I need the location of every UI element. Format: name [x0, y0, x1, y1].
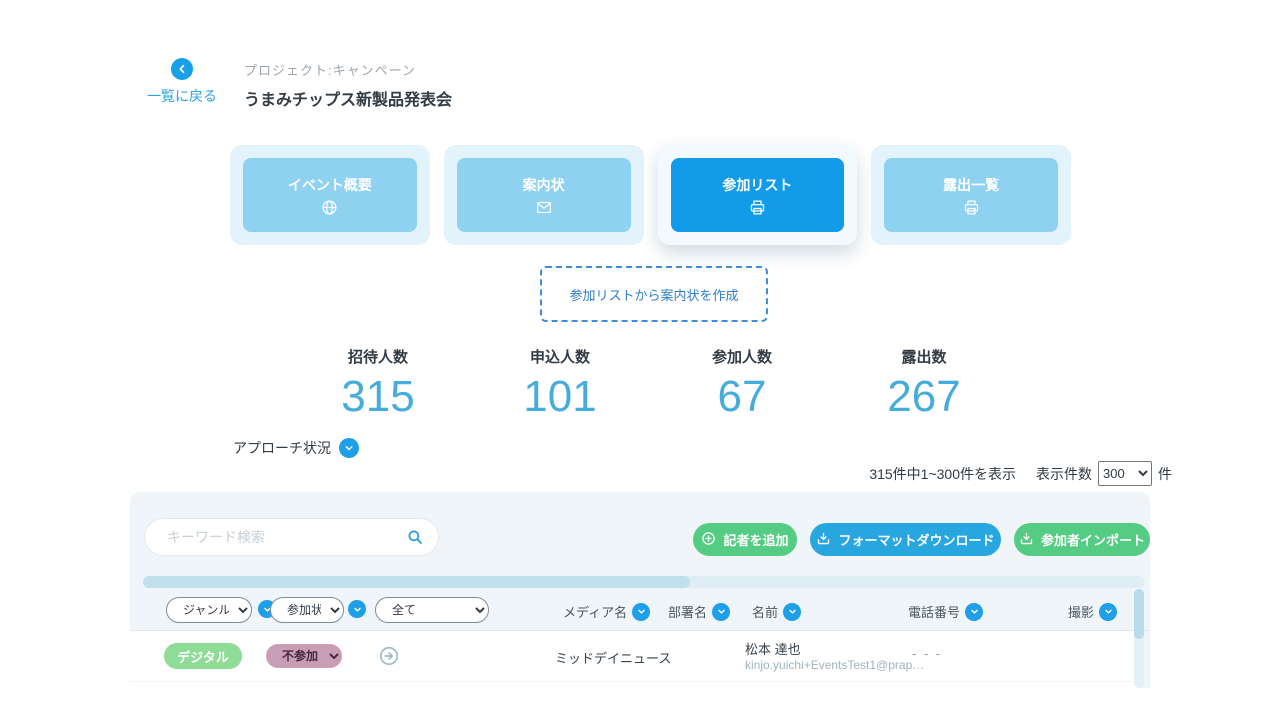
printer-icon: [749, 199, 766, 216]
back-to-list-label: 一覧に戻る: [138, 86, 226, 106]
create-invitation-from-list-button[interactable]: 参加リストから案内状を作成: [540, 266, 768, 322]
stat-value: 101: [470, 375, 650, 419]
keyword-search: [144, 518, 439, 556]
vertical-scrollbar[interactable]: [1134, 589, 1144, 688]
genre-filter-select[interactable]: ジャンル: [166, 597, 252, 623]
format-download-button[interactable]: フォーマットダウンロード: [810, 523, 1001, 556]
mail-icon: [535, 199, 553, 216]
add-reporter-button[interactable]: 記者を追加: [693, 523, 797, 556]
tab-invitation[interactable]: 案内状: [444, 145, 644, 245]
back-to-list-button[interactable]: 一覧に戻る: [138, 58, 226, 106]
stat-applied: 申込人数 101: [470, 346, 650, 419]
table-row: 伊藤 貴子: [130, 682, 1140, 688]
tab-label: イベント概要: [288, 175, 372, 195]
approach-status: アプローチ状況: [233, 438, 359, 458]
tab-label: 案内状: [523, 175, 565, 195]
page-title: うまみチップス新製品発表会: [244, 86, 452, 110]
horizontal-scrollbar-thumb[interactable]: [143, 576, 690, 588]
pagination-bar: 315件中1~300件を表示 表示件数 300 件: [869, 461, 1172, 486]
stat-label: 申込人数: [470, 346, 650, 367]
email-cell: kinjo.yuichi+EventsTest1@prap…: [745, 658, 924, 672]
column-header-name: 名前: [752, 602, 801, 621]
pagination-range: 315件中1~300件を表示: [869, 464, 1016, 484]
tab-participation-list[interactable]: 参加リスト: [658, 145, 858, 245]
project-label: プロジェクト:キャンペーン: [244, 60, 416, 79]
add-reporter-label: 記者を追加: [723, 530, 788, 549]
chevron-down-icon[interactable]: [712, 603, 730, 621]
event-management-page: 一覧に戻る プロジェクト:キャンペーン うまみチップス新製品発表会 イベント概要…: [0, 0, 1280, 720]
participation-filter-select[interactable]: 参加状況: [270, 597, 344, 623]
tab-bar: イベント概要 案内状 参加リスト: [230, 145, 1071, 245]
download-icon: [816, 531, 831, 549]
chevron-down-icon[interactable]: [783, 603, 801, 621]
table-header-row: ジャンル 参加状況 全て メディア名 部署名: [130, 592, 1150, 630]
stat-label: 露出数: [834, 346, 1014, 367]
globe-icon: [321, 199, 338, 216]
search-icon[interactable]: [406, 528, 424, 546]
stat-label: 参加人数: [652, 346, 832, 367]
participants-panel: 記者を追加 フォーマットダウンロード 参加者インポート ジャンル: [130, 492, 1150, 688]
stat-attended: 参加人数 67: [652, 346, 832, 419]
genre-badge: デジタル: [164, 643, 242, 669]
media-name-cell: ミッドデイニュース: [555, 648, 671, 667]
column-header-media: メディア名: [563, 602, 650, 621]
stat-value: 315: [288, 375, 468, 419]
arrow-right-circle-icon[interactable]: [378, 645, 400, 672]
printer-icon: [963, 199, 980, 216]
plus-circle-icon: [701, 531, 716, 549]
stat-exposure: 露出数 267: [834, 346, 1014, 419]
stat-value: 267: [834, 375, 1014, 419]
chevron-down-icon[interactable]: [348, 600, 366, 618]
tab-label: 参加リスト: [722, 175, 792, 195]
stat-value: 67: [652, 375, 832, 419]
chevron-down-icon[interactable]: [339, 438, 359, 458]
column-header-photo: 撮影: [1068, 602, 1117, 621]
tab-exposure-list[interactable]: 露出一覧: [871, 145, 1071, 245]
name-cell: 松本 達也: [745, 639, 801, 658]
stats-row: 招待人数 315 申込人数 101 参加人数 67 露出数 267: [288, 346, 1033, 419]
phone-cell: - - -: [912, 646, 942, 661]
approach-status-label: アプローチ状況: [233, 438, 331, 458]
stat-invited: 招待人数 315: [288, 346, 468, 419]
import-participants-label: 参加者インポート: [1041, 530, 1145, 549]
vertical-scrollbar-thumb[interactable]: [1134, 589, 1144, 639]
column-header-phone: 電話番号: [908, 602, 983, 621]
per-page-unit: 件: [1158, 464, 1172, 484]
chevron-down-icon[interactable]: [632, 603, 650, 621]
chevron-left-icon: [171, 58, 193, 80]
table-row: デジタル 不参加 ミッドデイニュース 松本 達也 kinjo.yuichi+Ev…: [130, 631, 1140, 681]
column-header-department: 部署名: [668, 602, 730, 621]
horizontal-scrollbar[interactable]: [143, 576, 1145, 588]
import-participants-button[interactable]: 参加者インポート: [1014, 523, 1150, 556]
search-input[interactable]: [167, 529, 406, 545]
stat-label: 招待人数: [288, 346, 468, 367]
participation-status-select[interactable]: 不参加: [266, 644, 342, 668]
per-page-label: 表示件数: [1036, 464, 1092, 484]
all-filter-select[interactable]: 全て: [375, 597, 489, 623]
chevron-down-icon[interactable]: [965, 603, 983, 621]
tab-label: 露出一覧: [943, 175, 999, 195]
per-page-select[interactable]: 300: [1098, 461, 1152, 486]
format-download-label: フォーマットダウンロード: [838, 530, 994, 549]
tab-event-overview[interactable]: イベント概要: [230, 145, 430, 245]
chevron-down-icon[interactable]: [1099, 603, 1117, 621]
download-icon: [1019, 531, 1034, 549]
